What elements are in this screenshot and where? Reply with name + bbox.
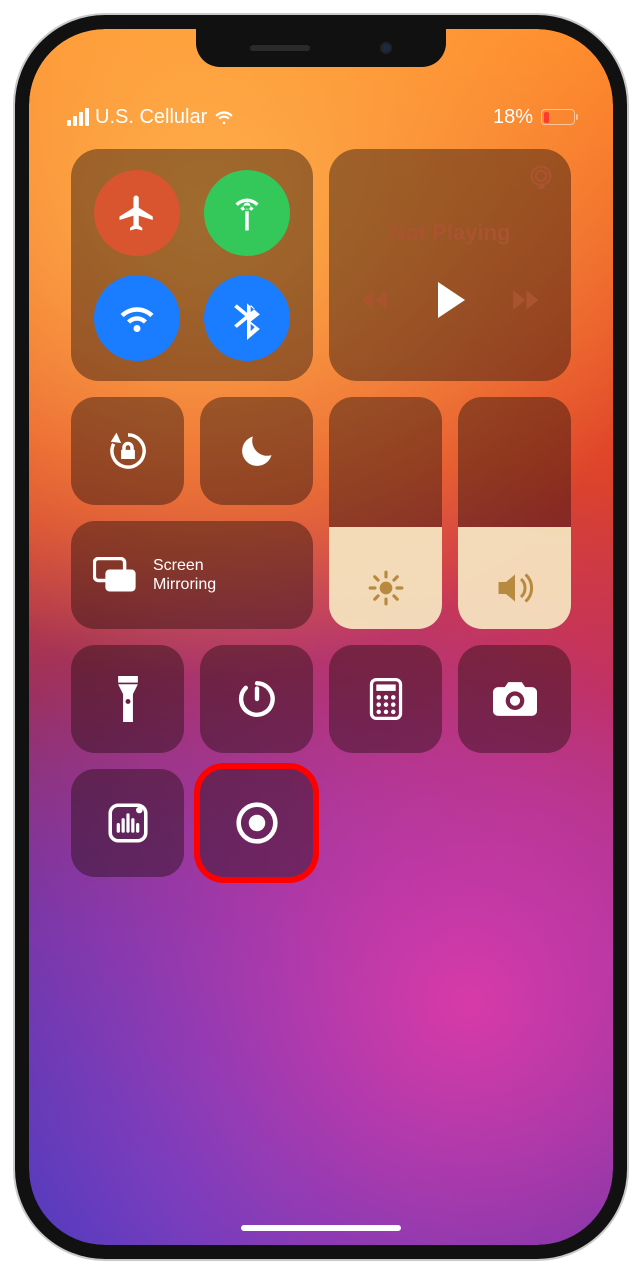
volume-slider[interactable] bbox=[458, 397, 571, 629]
brightness-icon bbox=[367, 569, 405, 607]
wifi-status-icon bbox=[213, 108, 235, 126]
bluetooth-icon bbox=[230, 296, 264, 340]
airplay-audio-icon[interactable] bbox=[527, 163, 555, 191]
antenna-icon bbox=[226, 192, 268, 234]
previous-track-button[interactable] bbox=[361, 288, 391, 312]
battery-percent-label: 18% bbox=[493, 106, 533, 129]
connectivity-group bbox=[71, 149, 313, 381]
do-not-disturb-button[interactable] bbox=[200, 397, 313, 505]
wifi-icon bbox=[116, 297, 158, 339]
calculator-icon bbox=[369, 678, 403, 720]
airplane-icon bbox=[116, 192, 158, 234]
media-player-tile[interactable]: Not Playing bbox=[329, 149, 571, 381]
phone-frame: U.S. Cellular 18% bbox=[15, 15, 627, 1259]
carrier-label: U.S. Cellular bbox=[95, 106, 207, 129]
airplane-mode-button[interactable] bbox=[94, 170, 180, 256]
flashlight-icon bbox=[114, 676, 142, 722]
flashlight-button[interactable] bbox=[71, 645, 184, 753]
screen-mirroring-button[interactable]: Screen Mirroring bbox=[71, 521, 313, 629]
code-scan-icon bbox=[107, 802, 149, 844]
screen: U.S. Cellular 18% bbox=[29, 29, 613, 1245]
battery-icon bbox=[541, 109, 575, 125]
orientation-lock-button[interactable] bbox=[71, 397, 184, 505]
timer-button[interactable] bbox=[200, 645, 313, 753]
timer-icon bbox=[236, 678, 278, 720]
record-icon bbox=[235, 801, 279, 845]
camera-button[interactable] bbox=[458, 645, 571, 753]
screen-record-button[interactable] bbox=[200, 769, 313, 877]
volume-icon bbox=[494, 569, 536, 607]
brightness-slider[interactable] bbox=[329, 397, 442, 629]
code-scanner-button[interactable] bbox=[71, 769, 184, 877]
camera-icon bbox=[493, 681, 537, 717]
screen-mirroring-icon bbox=[93, 557, 137, 593]
next-track-button[interactable] bbox=[509, 288, 539, 312]
bluetooth-button[interactable] bbox=[204, 275, 290, 361]
calculator-button[interactable] bbox=[329, 645, 442, 753]
cellular-data-button[interactable] bbox=[204, 170, 290, 256]
notch bbox=[196, 29, 446, 67]
home-indicator[interactable] bbox=[241, 1225, 401, 1231]
media-status-label: Not Playing bbox=[389, 220, 510, 246]
screen-mirroring-label: Screen Mirroring bbox=[153, 556, 216, 594]
status-bar: U.S. Cellular 18% bbox=[29, 97, 613, 137]
orientation-lock-icon bbox=[105, 428, 151, 474]
control-center: Not Playing bbox=[71, 149, 571, 877]
play-button[interactable] bbox=[435, 282, 465, 318]
signal-icon bbox=[67, 108, 89, 126]
wifi-button[interactable] bbox=[94, 275, 180, 361]
moon-icon bbox=[237, 431, 277, 471]
